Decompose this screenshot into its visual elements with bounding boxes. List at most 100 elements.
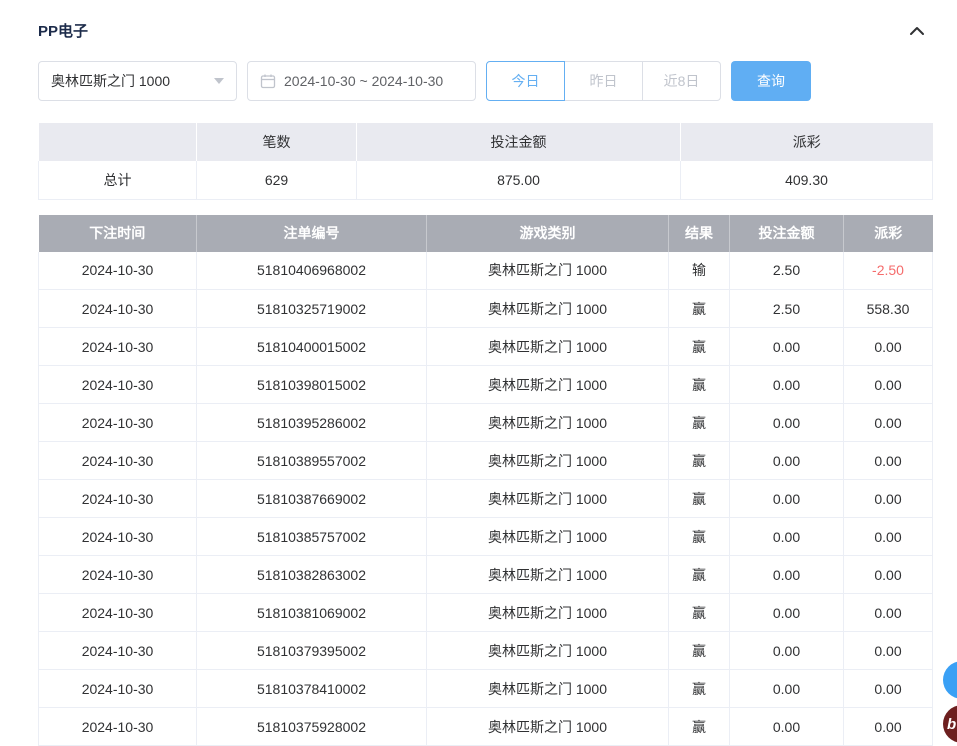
calendar-icon [260,73,276,89]
header-bet-amount: 投注金额 [730,215,844,252]
cell-bet-time: 2024-10-30 [39,708,197,746]
cell-game-category: 奥林匹斯之门 1000 [427,632,669,670]
cell-game-category: 奥林匹斯之门 1000 [427,594,669,632]
cell-result: 赢 [669,404,730,442]
bet-table-row: 2024-10-30 51810379395002 奥林匹斯之门 1000 赢 … [39,632,933,670]
cell-bet-time: 2024-10-30 [39,404,197,442]
cell-result: 赢 [669,518,730,556]
date-shortcut-group: 今日 昨日 近8日 [486,61,721,101]
cell-order-id: 51810375928002 [197,708,427,746]
cell-game-category: 奥林匹斯之门 1000 [427,556,669,594]
header-game-category: 游戏类别 [427,215,669,252]
cell-payout: 0.00 [844,328,933,366]
cell-bet-amount: 0.00 [730,670,844,708]
cell-bet-time: 2024-10-30 [39,594,197,632]
bet-table-row: 2024-10-30 51810385757002 奥林匹斯之门 1000 赢 … [39,518,933,556]
cell-order-id: 51810325719002 [197,290,427,328]
bet-table-row: 2024-10-30 51810378410002 奥林匹斯之门 1000 赢 … [39,670,933,708]
cell-payout: -2.50 [844,252,933,290]
cell-game-category: 奥林匹斯之门 1000 [427,404,669,442]
yesterday-button[interactable]: 昨日 [564,61,643,101]
cell-payout: 0.00 [844,366,933,404]
cell-game-category: 奥林匹斯之门 1000 [427,252,669,290]
cell-payout: 0.00 [844,708,933,746]
bet-table-row: 2024-10-30 51810398015002 奥林匹斯之门 1000 赢 … [39,366,933,404]
cell-bet-time: 2024-10-30 [39,632,197,670]
date-range-picker[interactable]: 2024-10-30 ~ 2024-10-30 [247,61,476,101]
header-order-id: 注单编号 [197,215,427,252]
summary-total-payout: 409.30 [681,161,933,199]
cell-result: 输 [669,252,730,290]
bet-table-body: 2024-10-30 51810406968002 奥林匹斯之门 1000 输 … [39,252,933,746]
cell-order-id: 51810395286002 [197,404,427,442]
cell-bet-time: 2024-10-30 [39,442,197,480]
cell-result: 赢 [669,708,730,746]
summary-table: 笔数 投注金额 派彩 总计 629 875.00 409.30 [38,123,933,200]
summary-total-row: 总计 629 875.00 409.30 [39,161,933,199]
bet-table-row: 2024-10-30 51810395286002 奥林匹斯之门 1000 赢 … [39,404,933,442]
bet-table-row: 2024-10-30 51810406968002 奥林匹斯之门 1000 输 … [39,252,933,290]
cell-bet-amount: 0.00 [730,556,844,594]
floating-brand-button[interactable]: b [943,705,957,743]
cell-result: 赢 [669,632,730,670]
panel-header: PP电子 [0,0,957,41]
search-button[interactable]: 查询 [731,61,811,101]
cell-bet-amount: 0.00 [730,480,844,518]
header-payout: 派彩 [844,215,933,252]
summary-header-row: 笔数 投注金额 派彩 [39,123,933,161]
cell-result: 赢 [669,366,730,404]
cell-payout: 0.00 [844,518,933,556]
chevron-down-icon [214,78,224,84]
cell-payout: 0.00 [844,670,933,708]
cell-payout: 0.00 [844,480,933,518]
cell-payout: 0.00 [844,632,933,670]
summary-total-label: 总计 [39,161,197,199]
cell-bet-time: 2024-10-30 [39,480,197,518]
cell-result: 赢 [669,290,730,328]
summary-header-count: 笔数 [197,123,357,161]
collapse-chevron-up-icon[interactable] [907,21,927,41]
game-select[interactable]: 奥林匹斯之门 1000 [38,61,237,101]
cell-bet-time: 2024-10-30 [39,670,197,708]
cell-bet-amount: 0.00 [730,708,844,746]
bet-table-row: 2024-10-30 51810381069002 奥林匹斯之门 1000 赢 … [39,594,933,632]
cell-order-id: 51810385757002 [197,518,427,556]
summary-header-payout: 派彩 [681,123,933,161]
cell-bet-amount: 2.50 [730,252,844,290]
summary-total-bet-amount: 875.00 [357,161,681,199]
cell-bet-time: 2024-10-30 [39,328,197,366]
cell-bet-amount: 0.00 [730,328,844,366]
cell-order-id: 51810379395002 [197,632,427,670]
summary-header-bet-amount: 投注金额 [357,123,681,161]
bet-table-row: 2024-10-30 51810382863002 奥林匹斯之门 1000 赢 … [39,556,933,594]
last-8-days-button[interactable]: 近8日 [642,61,721,101]
cell-bet-amount: 0.00 [730,442,844,480]
cell-bet-time: 2024-10-30 [39,290,197,328]
cell-order-id: 51810406968002 [197,252,427,290]
cell-bet-amount: 0.00 [730,632,844,670]
cell-order-id: 51810400015002 [197,328,427,366]
bet-table-row: 2024-10-30 51810400015002 奥林匹斯之门 1000 赢 … [39,328,933,366]
cell-game-category: 奥林匹斯之门 1000 [427,290,669,328]
cell-result: 赢 [669,328,730,366]
header-bet-time: 下注时间 [39,215,197,252]
cell-order-id: 51810381069002 [197,594,427,632]
floating-chat-button[interactable] [943,661,957,699]
cell-payout: 0.00 [844,594,933,632]
cell-result: 赢 [669,442,730,480]
game-select-value: 奥林匹斯之门 1000 [51,71,170,91]
cell-result: 赢 [669,594,730,632]
cell-order-id: 51810389557002 [197,442,427,480]
date-range-value: 2024-10-30 ~ 2024-10-30 [284,73,443,89]
cell-bet-time: 2024-10-30 [39,252,197,290]
panel-title: PP电子 [38,20,88,41]
summary-header-blank [39,123,197,161]
cell-order-id: 51810398015002 [197,366,427,404]
today-button[interactable]: 今日 [486,61,565,101]
cell-result: 赢 [669,670,730,708]
header-result: 结果 [669,215,730,252]
cell-bet-amount: 0.00 [730,404,844,442]
cell-order-id: 51810382863002 [197,556,427,594]
cell-game-category: 奥林匹斯之门 1000 [427,708,669,746]
cell-payout: 0.00 [844,404,933,442]
